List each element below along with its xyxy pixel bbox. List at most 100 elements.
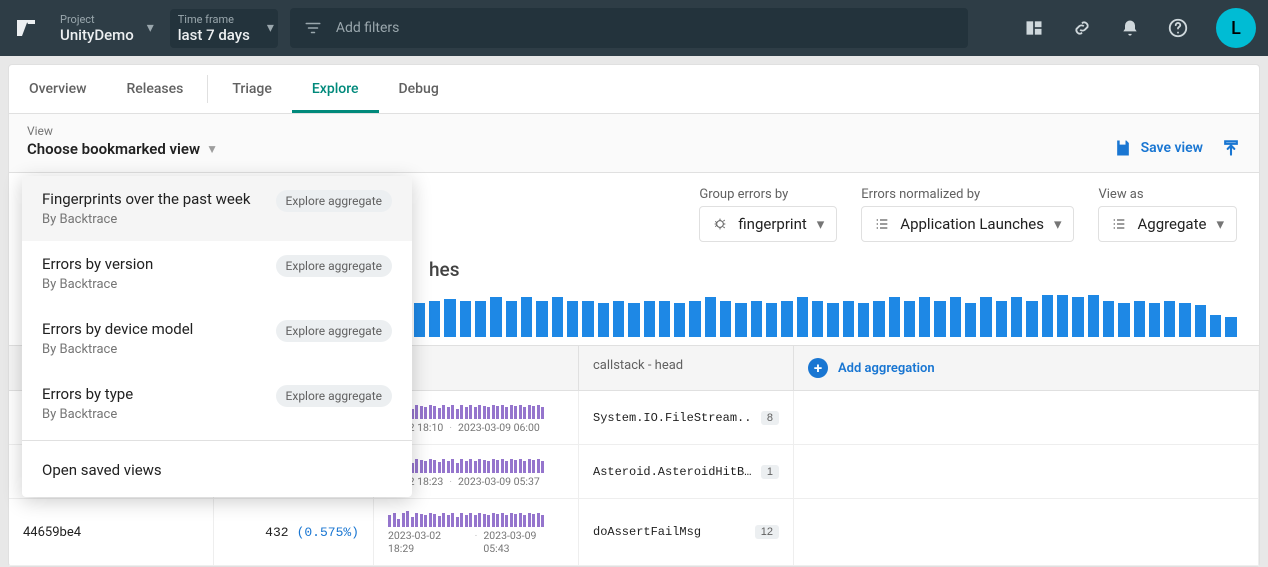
chart-bar xyxy=(751,301,762,337)
chart-bar xyxy=(766,303,777,337)
chart-bar xyxy=(950,297,961,337)
chevron-down-icon: ▼ xyxy=(206,142,218,156)
chevron-down-icon: ▾ xyxy=(147,20,154,36)
upload-icon xyxy=(1221,138,1241,158)
chart-bar xyxy=(735,303,746,337)
dropdown-item-sub: By Backtrace xyxy=(42,407,133,422)
cell-errors: 432(0.575%) xyxy=(214,499,374,565)
dropdown-item-title: Errors by device model xyxy=(42,320,193,338)
cell-callstack: Asteroid.AsteroidHitBy…1 xyxy=(579,445,794,498)
table-row[interactable]: 44659be4 432(0.575%) 2023-03-02 18:29·20… xyxy=(9,499,1259,566)
view-selector[interactable]: Choose bookmarked view ▼ xyxy=(27,140,218,158)
cell-activity: 2023-03-02 18:29·2023-03-09 05:43 xyxy=(374,499,579,565)
dropdown-item-chip: Explore aggregate xyxy=(276,190,392,212)
filter-icon xyxy=(304,19,322,37)
chart-bar xyxy=(843,301,854,337)
chart-bar xyxy=(965,303,976,337)
upload-button[interactable] xyxy=(1221,138,1241,158)
top-nav: Project UnityDemo ▾ Time frame last 7 da… xyxy=(0,0,1268,56)
chart-bar xyxy=(1011,297,1022,337)
chart-bar xyxy=(858,303,869,337)
dropdown-item[interactable]: Errors by device model By Backtrace Explor… xyxy=(22,306,412,371)
sparkline xyxy=(388,509,564,527)
tab-releases[interactable]: Releases xyxy=(106,65,203,113)
chart-bar xyxy=(552,297,563,337)
chevron-down-icon: ▾ xyxy=(817,215,825,233)
tab-bar: Overview Releases Triage Explore Debug xyxy=(9,65,1259,114)
tab-debug[interactable]: Debug xyxy=(379,65,459,113)
project-value: UnityDemo xyxy=(60,26,134,44)
bell-icon[interactable] xyxy=(1112,10,1148,46)
chart-bar xyxy=(1195,305,1206,337)
normalize-label: Errors normalized by xyxy=(861,187,1074,202)
count-badge: 12 xyxy=(755,525,779,539)
dropdown-item-title: Errors by version xyxy=(42,255,153,273)
tab-explore[interactable]: Explore xyxy=(292,65,379,113)
cell-fingerprint: 44659be4 xyxy=(9,499,214,565)
help-icon[interactable] xyxy=(1160,10,1196,46)
cell-callstack: doAssertFailMsg12 xyxy=(579,499,794,565)
chart-bar xyxy=(996,301,1007,337)
dropdown-item-sub: By Backtrace xyxy=(42,212,250,227)
chart-bar xyxy=(1057,295,1068,337)
chart-bar xyxy=(934,301,945,337)
dropdown-item[interactable]: Fingerprints over the past weekBy Backtr… xyxy=(22,176,412,241)
th-callstack[interactable]: callstack - head xyxy=(579,346,794,390)
app-logo-icon xyxy=(12,14,40,42)
count-badge: 8 xyxy=(761,411,779,425)
dropdown-item-sub: By Backtrace xyxy=(42,342,193,357)
open-saved-views[interactable]: Open saved views xyxy=(22,445,412,497)
chart-bar xyxy=(1072,297,1083,337)
chart-bar xyxy=(429,301,440,337)
sparkline xyxy=(388,455,564,473)
chart-bar xyxy=(1134,301,1145,337)
project-label: Project xyxy=(60,13,134,26)
dropdown-item-title: Errors by type xyxy=(42,385,133,403)
list-icon xyxy=(874,216,890,232)
chart-bar xyxy=(705,297,716,337)
chart-bar xyxy=(674,303,685,337)
chart-bar xyxy=(582,301,593,337)
cell-callstack: System.IO.FileStream..8 xyxy=(579,391,794,444)
link-icon[interactable] xyxy=(1064,10,1100,46)
tab-overview[interactable]: Overview xyxy=(9,65,106,113)
chart-bar xyxy=(1118,303,1129,337)
project-selector[interactable]: Project UnityDemo ▾ xyxy=(52,9,158,48)
chart-bar xyxy=(490,297,501,337)
chart-bar xyxy=(628,303,639,337)
dashboard-icon[interactable] xyxy=(1016,10,1052,46)
dropdown-item-chip: Explore aggregate xyxy=(276,320,392,342)
save-view-button[interactable]: Save view xyxy=(1113,138,1203,158)
chart-bar xyxy=(460,301,471,337)
count-badge: 1 xyxy=(761,465,779,479)
bug-icon xyxy=(712,216,728,232)
chevron-down-icon: ▾ xyxy=(1216,215,1224,233)
bookmarked-views-dropdown: Fingerprints over the past weekBy Backtr… xyxy=(22,176,412,497)
chart-bar xyxy=(659,301,670,337)
chart-bar xyxy=(536,301,547,337)
divider xyxy=(22,440,412,441)
filter-placeholder: Add filters xyxy=(336,20,400,36)
add-aggregation-button[interactable]: + Add aggregation xyxy=(794,346,1259,390)
dropdown-item-chip: Explore aggregate xyxy=(276,385,392,407)
chart-bar xyxy=(1026,301,1037,337)
avatar[interactable]: L xyxy=(1216,8,1256,48)
aggregate-icon xyxy=(1111,216,1127,232)
chart-bar xyxy=(904,301,915,337)
chevron-down-icon: ▾ xyxy=(267,20,274,36)
filter-input[interactable]: Add filters xyxy=(290,8,968,48)
chevron-down-icon: ▾ xyxy=(1054,215,1062,233)
timeframe-selector[interactable]: Time frame last 7 days ▾ xyxy=(170,9,278,48)
view-as-selector[interactable]: Aggregate ▾ xyxy=(1098,206,1237,242)
chart-bar xyxy=(781,301,792,337)
dropdown-item[interactable]: Errors by type By Backtrace Explore aggreg… xyxy=(22,371,412,436)
chart-bar xyxy=(919,297,930,337)
chart-bar xyxy=(689,301,700,337)
dropdown-item[interactable]: Errors by versionBy BacktraceExplore agg… xyxy=(22,241,412,306)
chart-bar xyxy=(567,301,578,337)
plus-icon: + xyxy=(808,358,828,378)
normalize-selector[interactable]: Application Launches ▾ xyxy=(861,206,1074,242)
chart-bar xyxy=(1179,303,1190,337)
group-by-selector[interactable]: fingerprint ▾ xyxy=(699,206,837,242)
tab-triage[interactable]: Triage xyxy=(212,65,292,113)
